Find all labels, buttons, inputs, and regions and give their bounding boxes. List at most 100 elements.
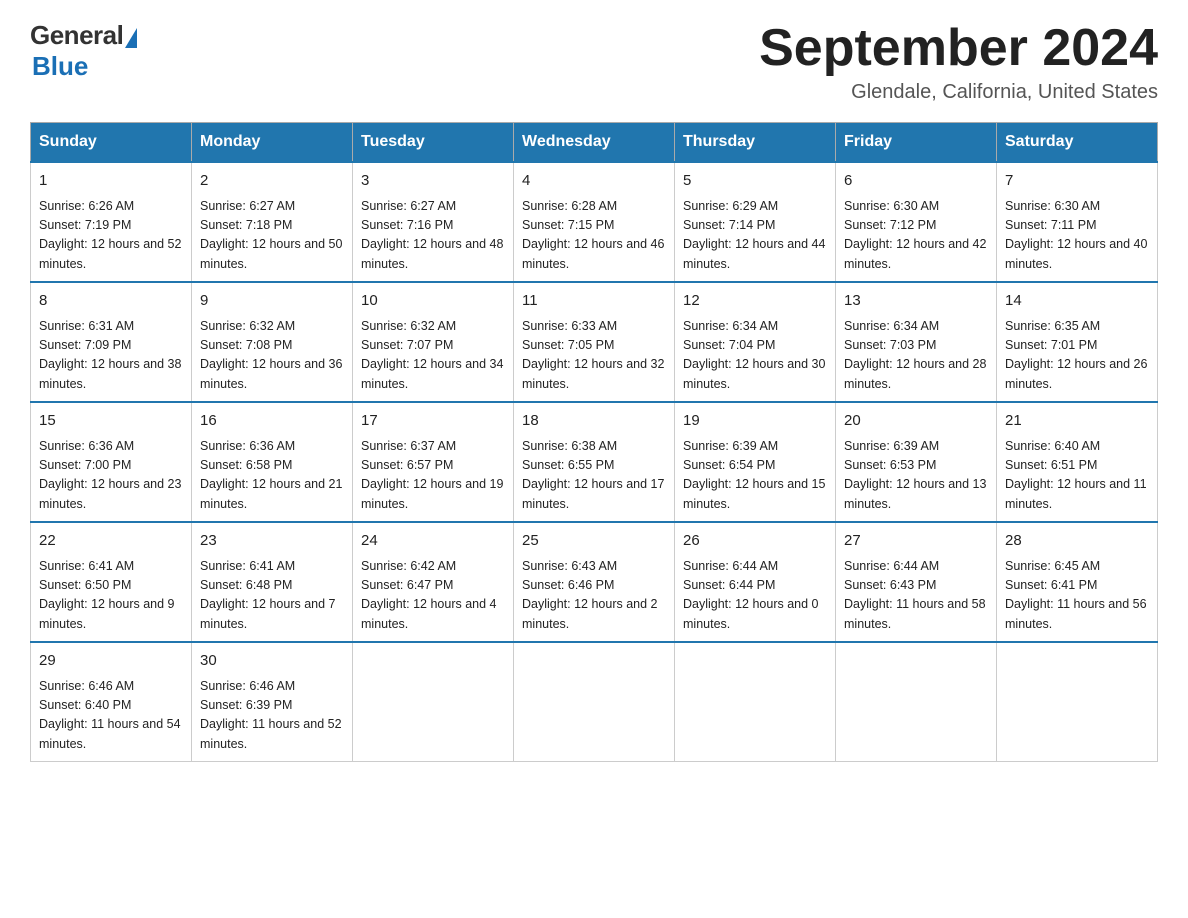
day-number: 19 [683,410,827,433]
day-number: 23 [200,530,344,553]
day-number: 26 [683,530,827,553]
day-number: 13 [844,290,988,313]
calendar-title: September 2024 [759,20,1158,77]
day-number: 14 [1005,290,1149,313]
page-header: General Blue September 2024 Glendale, Ca… [30,20,1158,104]
day-number: 8 [39,290,183,313]
calendar-cell: 28 Sunrise: 6:45 AMSunset: 6:41 PMDayligh… [997,522,1158,642]
column-header-saturday: Saturday [997,123,1158,163]
day-number: 17 [361,410,505,433]
week-row-2: 8 Sunrise: 6:31 AMSunset: 7:09 PMDaylight… [31,282,1158,402]
day-number: 9 [200,290,344,313]
day-number: 3 [361,170,505,193]
day-info: Sunrise: 6:26 AMSunset: 7:19 PMDaylight:… [39,197,183,275]
day-info: Sunrise: 6:42 AMSunset: 6:47 PMDaylight:… [361,557,505,635]
day-info: Sunrise: 6:39 AMSunset: 6:53 PMDaylight:… [844,437,988,515]
calendar-table: SundayMondayTuesdayWednesdayThursdayFrid… [30,122,1158,762]
day-info: Sunrise: 6:28 AMSunset: 7:15 PMDaylight:… [522,197,666,275]
calendar-cell: 27Sunrise: 6:44 AMSunset: 6:43 PMDayligh… [836,522,997,642]
day-number: 18 [522,410,666,433]
day-number: 1 [39,170,183,193]
week-row-3: 15Sunrise: 6:36 AMSunset: 7:00 PMDayligh… [31,402,1158,522]
calendar-cell: 3 Sunrise: 6:27 AMSunset: 7:16 PMDaylight… [353,162,514,282]
calendar-cell: 8 Sunrise: 6:31 AMSunset: 7:09 PMDaylight… [31,282,192,402]
day-number: 21 [1005,410,1149,433]
day-number: 30 [200,650,344,673]
calendar-cell: 15Sunrise: 6:36 AMSunset: 7:00 PMDayligh… [31,402,192,522]
week-row-4: 22Sunrise: 6:41 AMSunset: 6:50 PMDayligh… [31,522,1158,642]
day-info: Sunrise: 6:41 AMSunset: 6:48 PMDaylight:… [200,557,344,635]
day-info: Sunrise: 6:44 AMSunset: 6:43 PMDaylight:… [844,557,988,635]
calendar-cell [675,642,836,762]
column-header-wednesday: Wednesday [514,123,675,163]
day-info: Sunrise: 6:36 AMSunset: 6:58 PMDaylight:… [200,437,344,515]
calendar-cell: 12 Sunrise: 6:34 AMSunset: 7:04 PMDayligh… [675,282,836,402]
day-info: Sunrise: 6:27 AMSunset: 7:16 PMDaylight:… [361,197,505,275]
calendar-cell: 14 Sunrise: 6:35 AMSunset: 7:01 PMDayligh… [997,282,1158,402]
calendar-cell: 30 Sunrise: 6:46 AMSunset: 6:39 PMDayligh… [192,642,353,762]
day-number: 24 [361,530,505,553]
day-info: Sunrise: 6:34 AMSunset: 7:03 PMDaylight:… [844,317,988,395]
day-info: Sunrise: 6:34 AMSunset: 7:04 PMDaylight:… [683,317,827,395]
day-info: Sunrise: 6:46 AMSunset: 6:39 PMDaylight:… [200,677,344,755]
column-header-thursday: Thursday [675,123,836,163]
calendar-cell [836,642,997,762]
day-number: 5 [683,170,827,193]
day-info: Sunrise: 6:41 AMSunset: 6:50 PMDaylight:… [39,557,183,635]
day-info: Sunrise: 6:31 AMSunset: 7:09 PMDaylight:… [39,317,183,395]
day-info: Sunrise: 6:45 AMSunset: 6:41 PMDaylight:… [1005,557,1149,635]
calendar-cell [997,642,1158,762]
day-info: Sunrise: 6:33 AMSunset: 7:05 PMDaylight:… [522,317,666,395]
day-info: Sunrise: 6:32 AMSunset: 7:07 PMDaylight:… [361,317,505,395]
day-number: 16 [200,410,344,433]
calendar-cell [514,642,675,762]
week-row-1: 1 Sunrise: 6:26 AMSunset: 7:19 PMDaylight… [31,162,1158,282]
column-header-friday: Friday [836,123,997,163]
calendar-cell: 1 Sunrise: 6:26 AMSunset: 7:19 PMDaylight… [31,162,192,282]
day-number: 15 [39,410,183,433]
calendar-header-row: SundayMondayTuesdayWednesdayThursdayFrid… [31,123,1158,163]
day-info: Sunrise: 6:43 AMSunset: 6:46 PMDaylight:… [522,557,666,635]
column-header-sunday: Sunday [31,123,192,163]
day-number: 20 [844,410,988,433]
week-row-5: 29 Sunrise: 6:46 AMSunset: 6:40 PMDayligh… [31,642,1158,762]
day-info: Sunrise: 6:39 AMSunset: 6:54 PMDaylight:… [683,437,827,515]
day-info: Sunrise: 6:35 AMSunset: 7:01 PMDaylight:… [1005,317,1149,395]
day-number: 2 [200,170,344,193]
day-number: 12 [683,290,827,313]
day-info: Sunrise: 6:32 AMSunset: 7:08 PMDaylight:… [200,317,344,395]
calendar-cell: 24 Sunrise: 6:42 AMSunset: 6:47 PMDayligh… [353,522,514,642]
day-number: 6 [844,170,988,193]
calendar-cell: 20 Sunrise: 6:39 AMSunset: 6:53 PMDayligh… [836,402,997,522]
calendar-cell: 9 Sunrise: 6:32 AMSunset: 7:08 PMDaylight… [192,282,353,402]
logo-blue-text: Blue [32,51,88,82]
calendar-cell: 4 Sunrise: 6:28 AMSunset: 7:15 PMDaylight… [514,162,675,282]
day-number: 7 [1005,170,1149,193]
logo-triangle-icon [125,28,137,48]
calendar-cell: 5 Sunrise: 6:29 AMSunset: 7:14 PMDaylight… [675,162,836,282]
calendar-cell: 16 Sunrise: 6:36 AMSunset: 6:58 PMDayligh… [192,402,353,522]
calendar-cell: 21Sunrise: 6:40 AMSunset: 6:51 PMDayligh… [997,402,1158,522]
calendar-cell: 7Sunrise: 6:30 AMSunset: 7:11 PMDaylight… [997,162,1158,282]
day-info: Sunrise: 6:44 AMSunset: 6:44 PMDaylight:… [683,557,827,635]
day-number: 29 [39,650,183,673]
calendar-subtitle: Glendale, California, United States [759,81,1158,104]
day-number: 10 [361,290,505,313]
day-info: Sunrise: 6:27 AMSunset: 7:18 PMDaylight:… [200,197,344,275]
column-header-tuesday: Tuesday [353,123,514,163]
day-number: 4 [522,170,666,193]
calendar-cell: 13 Sunrise: 6:34 AMSunset: 7:03 PMDayligh… [836,282,997,402]
day-number: 28 [1005,530,1149,553]
calendar-cell: 19 Sunrise: 6:39 AMSunset: 6:54 PMDayligh… [675,402,836,522]
day-number: 11 [522,290,666,313]
day-info: Sunrise: 6:30 AMSunset: 7:12 PMDaylight:… [844,197,988,275]
logo: General Blue [30,20,139,82]
day-info: Sunrise: 6:38 AMSunset: 6:55 PMDaylight:… [522,437,666,515]
day-info: Sunrise: 6:37 AMSunset: 6:57 PMDaylight:… [361,437,505,515]
calendar-cell: 22Sunrise: 6:41 AMSunset: 6:50 PMDayligh… [31,522,192,642]
day-info: Sunrise: 6:46 AMSunset: 6:40 PMDaylight:… [39,677,183,755]
calendar-cell: 23 Sunrise: 6:41 AMSunset: 6:48 PMDayligh… [192,522,353,642]
day-info: Sunrise: 6:29 AMSunset: 7:14 PMDaylight:… [683,197,827,275]
calendar-cell [353,642,514,762]
calendar-cell: 11 Sunrise: 6:33 AMSunset: 7:05 PMDayligh… [514,282,675,402]
